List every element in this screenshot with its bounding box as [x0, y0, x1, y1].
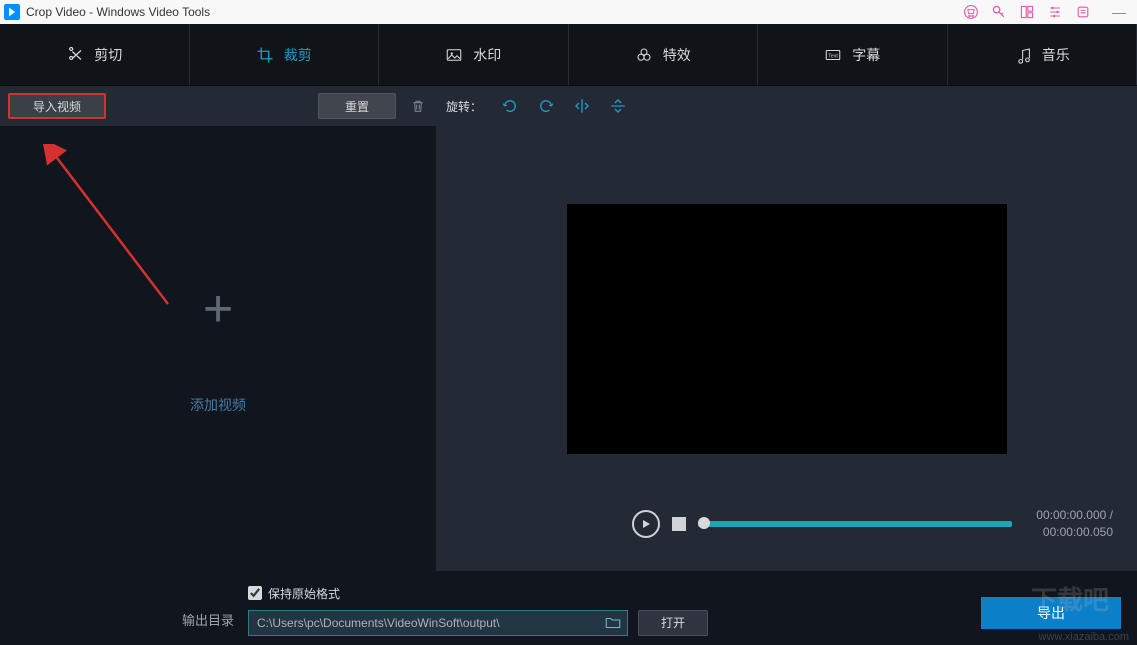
tab-crop-label: 裁剪 [284, 45, 312, 65]
settings-icon[interactable] [1041, 0, 1069, 24]
keep-format-checkbox[interactable]: 保持原始格式 [248, 585, 708, 602]
import-video-button[interactable]: 导入视频 [8, 93, 106, 119]
play-button[interactable] [632, 510, 660, 538]
tab-subtitle-label: 字幕 [852, 45, 880, 65]
keep-format-label: 保持原始格式 [268, 585, 340, 602]
effect-icon [635, 46, 653, 64]
time-display: 00:00:00.000 / 00:00:00.050 [1036, 507, 1113, 541]
rotate-ccw-button[interactable] [496, 93, 524, 119]
progress-bar[interactable] [698, 521, 1012, 527]
flip-vertical-button[interactable] [604, 93, 632, 119]
import-video-label: 导入视频 [33, 98, 81, 115]
crop-icon [256, 46, 274, 64]
folder-icon[interactable] [604, 614, 622, 632]
keep-format-input[interactable] [248, 586, 262, 600]
cart-icon[interactable] [957, 0, 985, 24]
watermark-url: www.xiazaiba.com [1039, 631, 1129, 643]
scissors-icon [66, 46, 84, 64]
tab-music[interactable]: 音乐 [948, 24, 1137, 85]
tab-effect-label: 特效 [663, 45, 691, 65]
main-area: + 添加视频 00:00:00.000 / 00:00:00.050 [0, 126, 1137, 571]
preview-panel: 00:00:00.000 / 00:00:00.050 [436, 126, 1137, 571]
rotate-cw-button[interactable] [532, 93, 560, 119]
tab-watermark-label: 水印 [473, 45, 501, 65]
reset-label: 重置 [345, 98, 369, 115]
tab-bar: 剪切 裁剪 水印 特效 Text 字幕 音乐 [0, 24, 1137, 86]
title-bar: Crop Video - Windows Video Tools — [0, 0, 1137, 24]
tab-cut-label: 剪切 [94, 45, 122, 65]
flip-horizontal-button[interactable] [568, 93, 596, 119]
output-path-input[interactable] [248, 610, 628, 636]
rotate-ccw-icon [501, 97, 519, 115]
rotate-cw-icon [537, 97, 555, 115]
trash-icon [410, 98, 426, 114]
bottom-bar: 输出目录 保持原始格式 打开 导出 下载吧 www.xiazaiba.com [0, 571, 1137, 645]
time-total: 00:00:00.050 [1036, 524, 1113, 541]
export-button[interactable]: 导出 [981, 597, 1121, 629]
key-icon[interactable] [985, 0, 1013, 24]
layout-icon[interactable] [1013, 0, 1041, 24]
add-video-label: 添加视频 [190, 395, 246, 415]
menu-icon[interactable] [1069, 0, 1097, 24]
svg-text:Text: Text [828, 53, 838, 59]
open-button[interactable]: 打开 [638, 610, 708, 636]
export-label: 导出 [1037, 603, 1065, 623]
progress-thumb[interactable] [698, 517, 710, 529]
tab-cut[interactable]: 剪切 [0, 24, 190, 85]
music-icon [1014, 46, 1032, 64]
plus-icon: + [203, 283, 233, 335]
media-panel[interactable]: + 添加视频 [0, 126, 436, 571]
image-icon [445, 46, 463, 64]
player-controls: 00:00:00.000 / 00:00:00.050 [436, 507, 1137, 541]
tab-watermark[interactable]: 水印 [379, 24, 569, 85]
play-icon [641, 519, 651, 529]
tab-effect[interactable]: 特效 [569, 24, 759, 85]
rotate-label: 旋转： [446, 98, 482, 115]
window-title: Crop Video - Windows Video Tools [26, 5, 957, 19]
output-dir-label: 输出目录 [182, 610, 234, 629]
tab-crop[interactable]: 裁剪 [190, 24, 380, 85]
time-current: 00:00:00.000 / [1036, 507, 1113, 524]
open-label: 打开 [661, 614, 685, 631]
app-icon [4, 4, 20, 20]
tab-subtitle[interactable]: Text 字幕 [758, 24, 948, 85]
text-icon: Text [824, 46, 842, 64]
flip-horizontal-icon [573, 97, 591, 115]
minimize-button[interactable]: — [1105, 0, 1133, 24]
delete-button[interactable] [404, 93, 432, 119]
stop-button[interactable] [672, 517, 686, 531]
video-preview[interactable] [567, 204, 1007, 454]
flip-vertical-icon [609, 97, 627, 115]
annotation-arrow [28, 144, 188, 314]
reset-button[interactable]: 重置 [318, 93, 396, 119]
toolbar: 导入视频 重置 旋转： [0, 86, 1137, 126]
tab-music-label: 音乐 [1042, 45, 1070, 65]
